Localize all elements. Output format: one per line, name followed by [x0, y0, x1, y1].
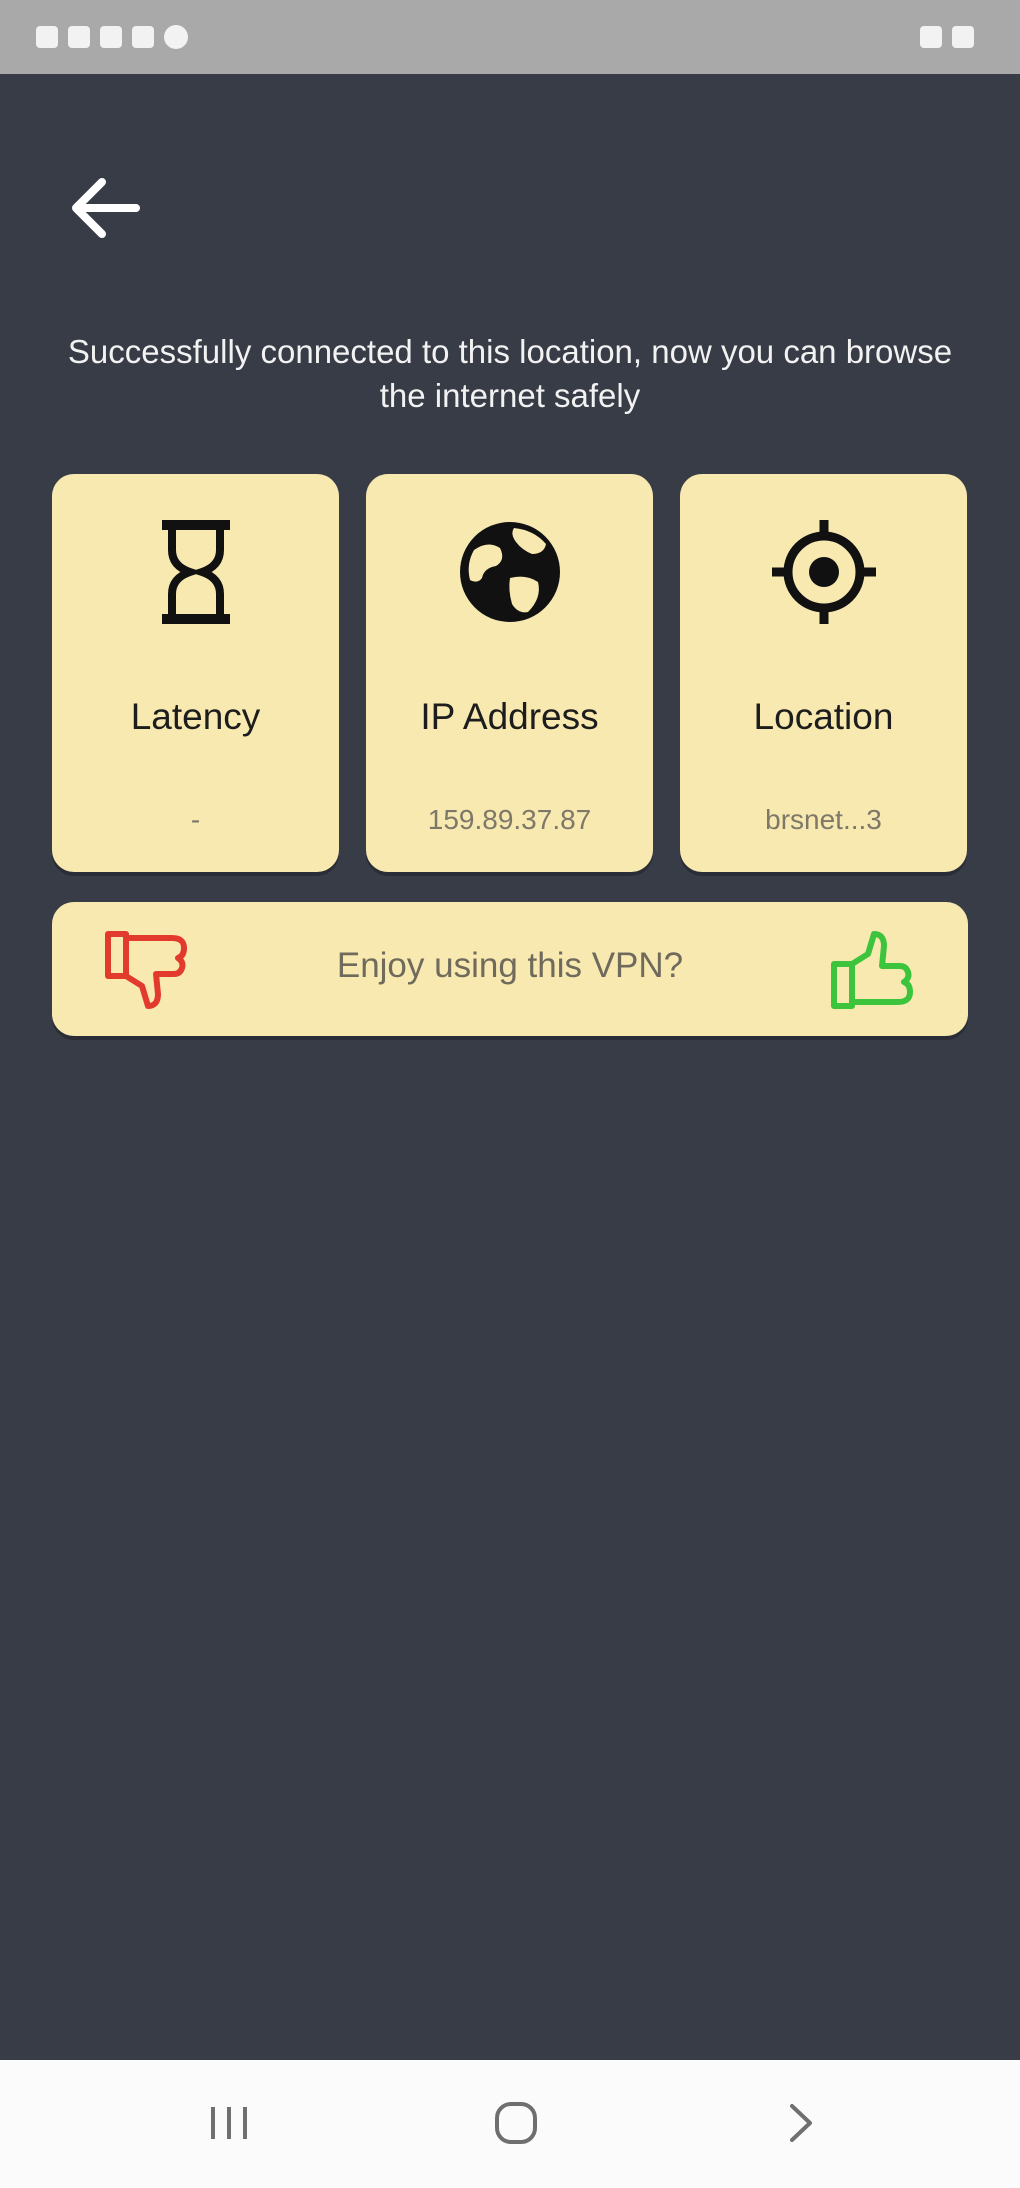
globe-icon	[459, 522, 560, 622]
feedback-prompt: Enjoy using this VPN?	[336, 946, 684, 985]
recent-apps-icon	[211, 2107, 247, 2139]
thumbs-down-button[interactable]	[104, 928, 190, 1012]
home-icon	[495, 2102, 537, 2144]
card-value: -	[190, 804, 201, 835]
notification-icon	[68, 26, 90, 48]
hourglass-icon	[161, 520, 230, 624]
screenshot-icon	[920, 26, 942, 48]
connection-message: Successfully connected to this location,…	[67, 333, 953, 414]
info-cards: Latency - IP Address 159.89.37.87 Locati…	[52, 474, 968, 872]
card-icon-wrap	[52, 514, 339, 630]
thumbs-down-icon	[105, 931, 187, 1009]
thumbs-up-icon	[831, 931, 913, 1009]
card-title: IP Address	[420, 696, 599, 737]
arrow-left-icon	[72, 178, 140, 238]
status-right	[920, 26, 984, 48]
card-icon-wrap	[680, 514, 967, 630]
shield-icon	[952, 26, 974, 48]
lock-icon	[36, 26, 58, 48]
back-button[interactable]	[56, 160, 152, 256]
wifi-icon	[132, 26, 154, 48]
nav-back-button[interactable]	[755, 2088, 845, 2158]
card-title: Location	[753, 696, 894, 737]
home-button[interactable]	[471, 2088, 561, 2158]
latency-card: Latency -	[52, 474, 339, 872]
card-title: Latency	[130, 696, 261, 737]
card-value: brsnet...3	[765, 804, 882, 835]
vpn-key-icon	[164, 25, 188, 49]
card-value: 159.89.37.87	[427, 804, 592, 835]
signal-icon	[100, 26, 122, 48]
card-icon-wrap	[366, 514, 653, 630]
location-target-icon	[771, 520, 876, 624]
thumbs-up-button[interactable]	[830, 928, 916, 1012]
navigation-bar	[0, 2060, 1020, 2188]
app-screen: Successfully connected to this location,…	[0, 74, 1020, 2060]
feedback-bar: Enjoy using this VPN?	[52, 902, 968, 1036]
ip-address-card: IP Address 159.89.37.87	[366, 474, 653, 872]
location-card: Location brsnet...3	[680, 474, 967, 872]
chevron-right-icon	[790, 2104, 812, 2142]
recent-apps-button[interactable]	[184, 2088, 274, 2158]
status-left	[36, 25, 198, 49]
status-bar	[0, 0, 1020, 74]
